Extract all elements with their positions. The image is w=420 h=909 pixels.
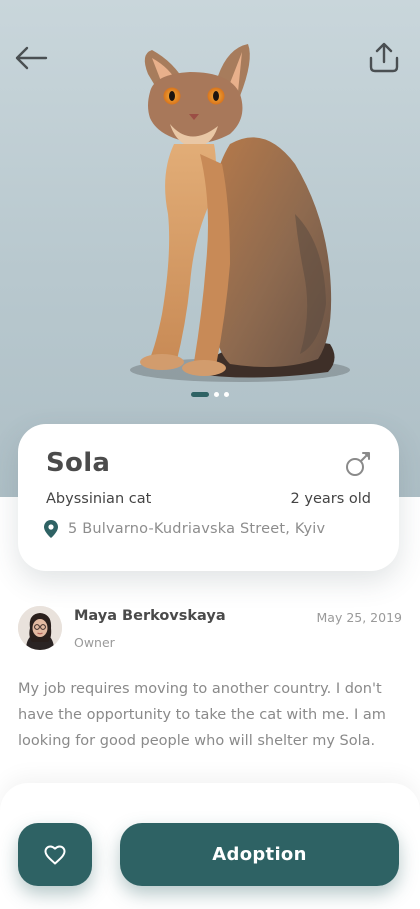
owner-row: Maya Berkovskaya Owner May 25, 2019 bbox=[18, 604, 402, 654]
favorite-button[interactable] bbox=[18, 823, 92, 886]
image-carousel-indicator[interactable] bbox=[0, 392, 420, 397]
adoption-button[interactable]: Adoption bbox=[120, 823, 399, 886]
cat-photo bbox=[130, 44, 350, 382]
share-upload-icon bbox=[369, 42, 399, 73]
pet-description: My job requires moving to another countr… bbox=[18, 681, 386, 749]
share-button[interactable] bbox=[366, 40, 402, 76]
male-gender-icon bbox=[346, 452, 370, 476]
arrow-left-icon bbox=[15, 46, 48, 70]
back-button[interactable] bbox=[13, 40, 49, 76]
carousel-dot[interactable] bbox=[224, 392, 229, 397]
post-date: May 25, 2019 bbox=[316, 610, 402, 625]
pet-name: Sola bbox=[46, 448, 111, 478]
location-text: 5 Bulvarno-Kudriavska Street, Kyiv bbox=[68, 521, 326, 537]
location-pin-icon bbox=[44, 520, 58, 538]
carousel-dot-active[interactable] bbox=[191, 392, 209, 397]
owner-role: Owner bbox=[74, 635, 115, 650]
owner-avatar[interactable] bbox=[18, 606, 62, 650]
heart-icon bbox=[44, 845, 66, 864]
avatar-image bbox=[18, 606, 62, 650]
pet-info-card: Sola Abyssinian cat 2 years old 5 Bulvar… bbox=[18, 424, 399, 571]
hero-section bbox=[0, 0, 420, 497]
pet-location[interactable]: 5 Bulvarno-Kudriavska Street, Kyiv bbox=[44, 520, 325, 538]
owner-name[interactable]: Maya Berkovskaya bbox=[74, 608, 226, 624]
pet-age: 2 years old bbox=[290, 491, 371, 507]
bottom-action-bar: Adoption bbox=[0, 783, 420, 909]
pet-breed: Abyssinian cat bbox=[46, 491, 152, 507]
carousel-dot[interactable] bbox=[214, 392, 219, 397]
